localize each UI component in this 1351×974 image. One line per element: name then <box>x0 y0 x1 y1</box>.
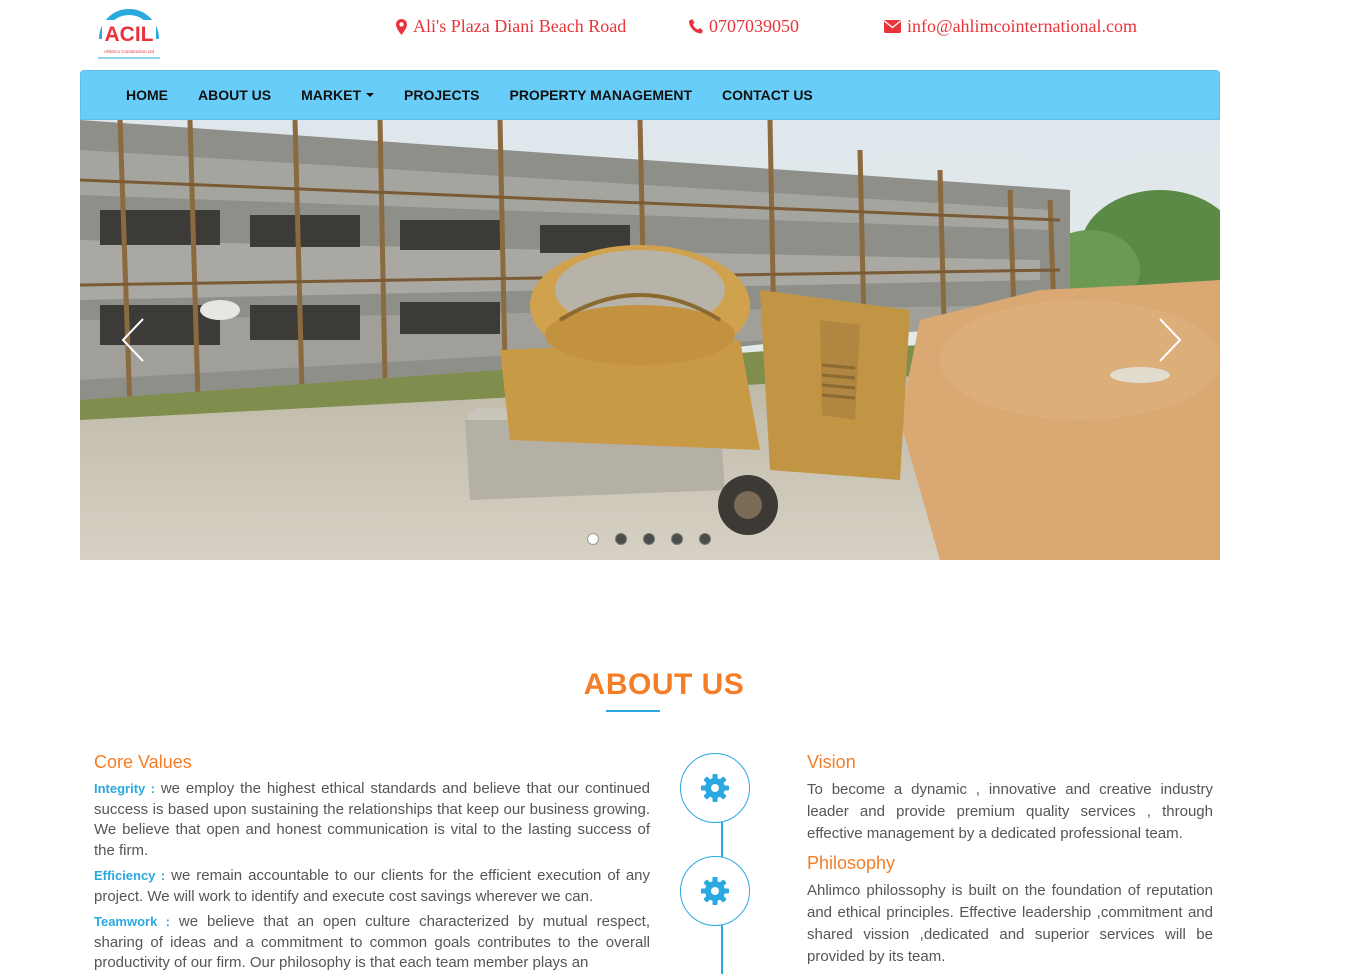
gear-icon <box>701 774 729 802</box>
timeline-circle-1 <box>680 753 750 823</box>
nav-home-label: HOME <box>126 87 168 103</box>
carousel-indicators <box>587 533 711 545</box>
nav-market-dropdown[interactable]: MARKET <box>286 87 389 103</box>
logo-subtext: Ahlimco Construction Ltd <box>104 49 155 54</box>
core-value-label: Integrity : <box>94 781 155 796</box>
vision-text: To become a dynamic , innovative and cre… <box>807 781 1213 842</box>
core-value-integrity: Integrity : we employ the highest ethica… <box>94 779 650 861</box>
phone-text: 0707039050 <box>709 16 799 36</box>
carousel-indicator-3[interactable] <box>643 533 655 545</box>
philosophy-text: Ahlimco philossophy is built on the foun… <box>807 882 1213 965</box>
carousel-indicator-2[interactable] <box>615 533 627 545</box>
carousel-prev-button[interactable] <box>115 315 155 365</box>
nav-contact-us[interactable]: CONTACT US <box>707 87 828 103</box>
core-value-label: Efficiency : <box>94 868 166 883</box>
nav-property-management-label: PROPERTY MANAGEMENT <box>509 87 693 103</box>
carousel-indicator-1[interactable] <box>587 533 599 545</box>
title-underline <box>606 710 660 712</box>
nav-home[interactable]: HOME <box>111 87 183 103</box>
email-text: info@ahlimcointernational.com <box>907 16 1138 36</box>
hero-carousel <box>80 120 1220 560</box>
nav-projects[interactable]: PROJECTS <box>389 87 494 103</box>
carousel-indicator-4[interactable] <box>671 533 683 545</box>
main-navbar: HOME ABOUT US MARKET PROJECTS PROPERTY M… <box>80 70 1220 120</box>
phone-info[interactable]: 0707039050 <box>689 16 799 37</box>
nav-property-management[interactable]: PROPERTY MANAGEMENT <box>494 87 707 103</box>
address-info: Ali's Plaza Diani Beach Road <box>396 16 626 37</box>
map-marker-icon <box>396 18 407 35</box>
phone-icon <box>689 19 703 34</box>
nav-contact-us-label: CONTACT US <box>722 87 813 103</box>
chevron-left-icon <box>121 318 144 362</box>
address-text: Ali's Plaza Diani Beach Road <box>413 16 627 36</box>
acil-logo-icon: ACIL Ahlimco Construction Ltd <box>98 9 160 59</box>
envelope-icon <box>884 20 901 33</box>
carousel-next-button[interactable] <box>1148 315 1188 365</box>
core-value-text: we employ the highest ethical standards … <box>94 780 650 859</box>
core-value-teamwork: Teamwork : we believe that an open cultu… <box>94 912 650 974</box>
caret-down-icon <box>366 93 375 97</box>
core-value-text: we believe that an open culture characte… <box>94 913 651 971</box>
core-value-label: Teamwork : <box>94 914 171 929</box>
nav-projects-label: PROJECTS <box>404 87 480 103</box>
core-values-heading: Core Values <box>94 752 192 772</box>
nav-about-us-label: ABOUT US <box>198 87 272 103</box>
core-values-section: Core Values Integrity : we employ the hi… <box>94 752 650 974</box>
nav-market-label: MARKET <box>301 87 362 103</box>
nav-about-us[interactable]: ABOUT US <box>183 87 286 103</box>
gear-icon <box>701 877 729 905</box>
philosophy-heading: Philosophy <box>807 853 896 873</box>
vision-heading: Vision <box>807 752 856 772</box>
carousel-slide-image <box>80 120 1220 560</box>
email-info[interactable]: info@ahlimcointernational.com <box>884 16 1137 37</box>
carousel-indicator-5[interactable] <box>699 533 711 545</box>
logo-text: ACIL <box>105 23 154 46</box>
vision-philosophy-section: Vision To become a dynamic , innovative … <box>807 752 1213 974</box>
timeline-circle-2 <box>680 856 750 926</box>
core-value-efficiency: Efficiency : we remain accountable to ou… <box>94 866 650 907</box>
core-value-text: we remain accountable to our clients for… <box>94 867 650 905</box>
about-us-title: ABOUT US <box>583 668 745 701</box>
chevron-right-icon <box>1159 318 1182 362</box>
company-logo[interactable]: ACIL Ahlimco Construction Ltd <box>88 6 170 62</box>
